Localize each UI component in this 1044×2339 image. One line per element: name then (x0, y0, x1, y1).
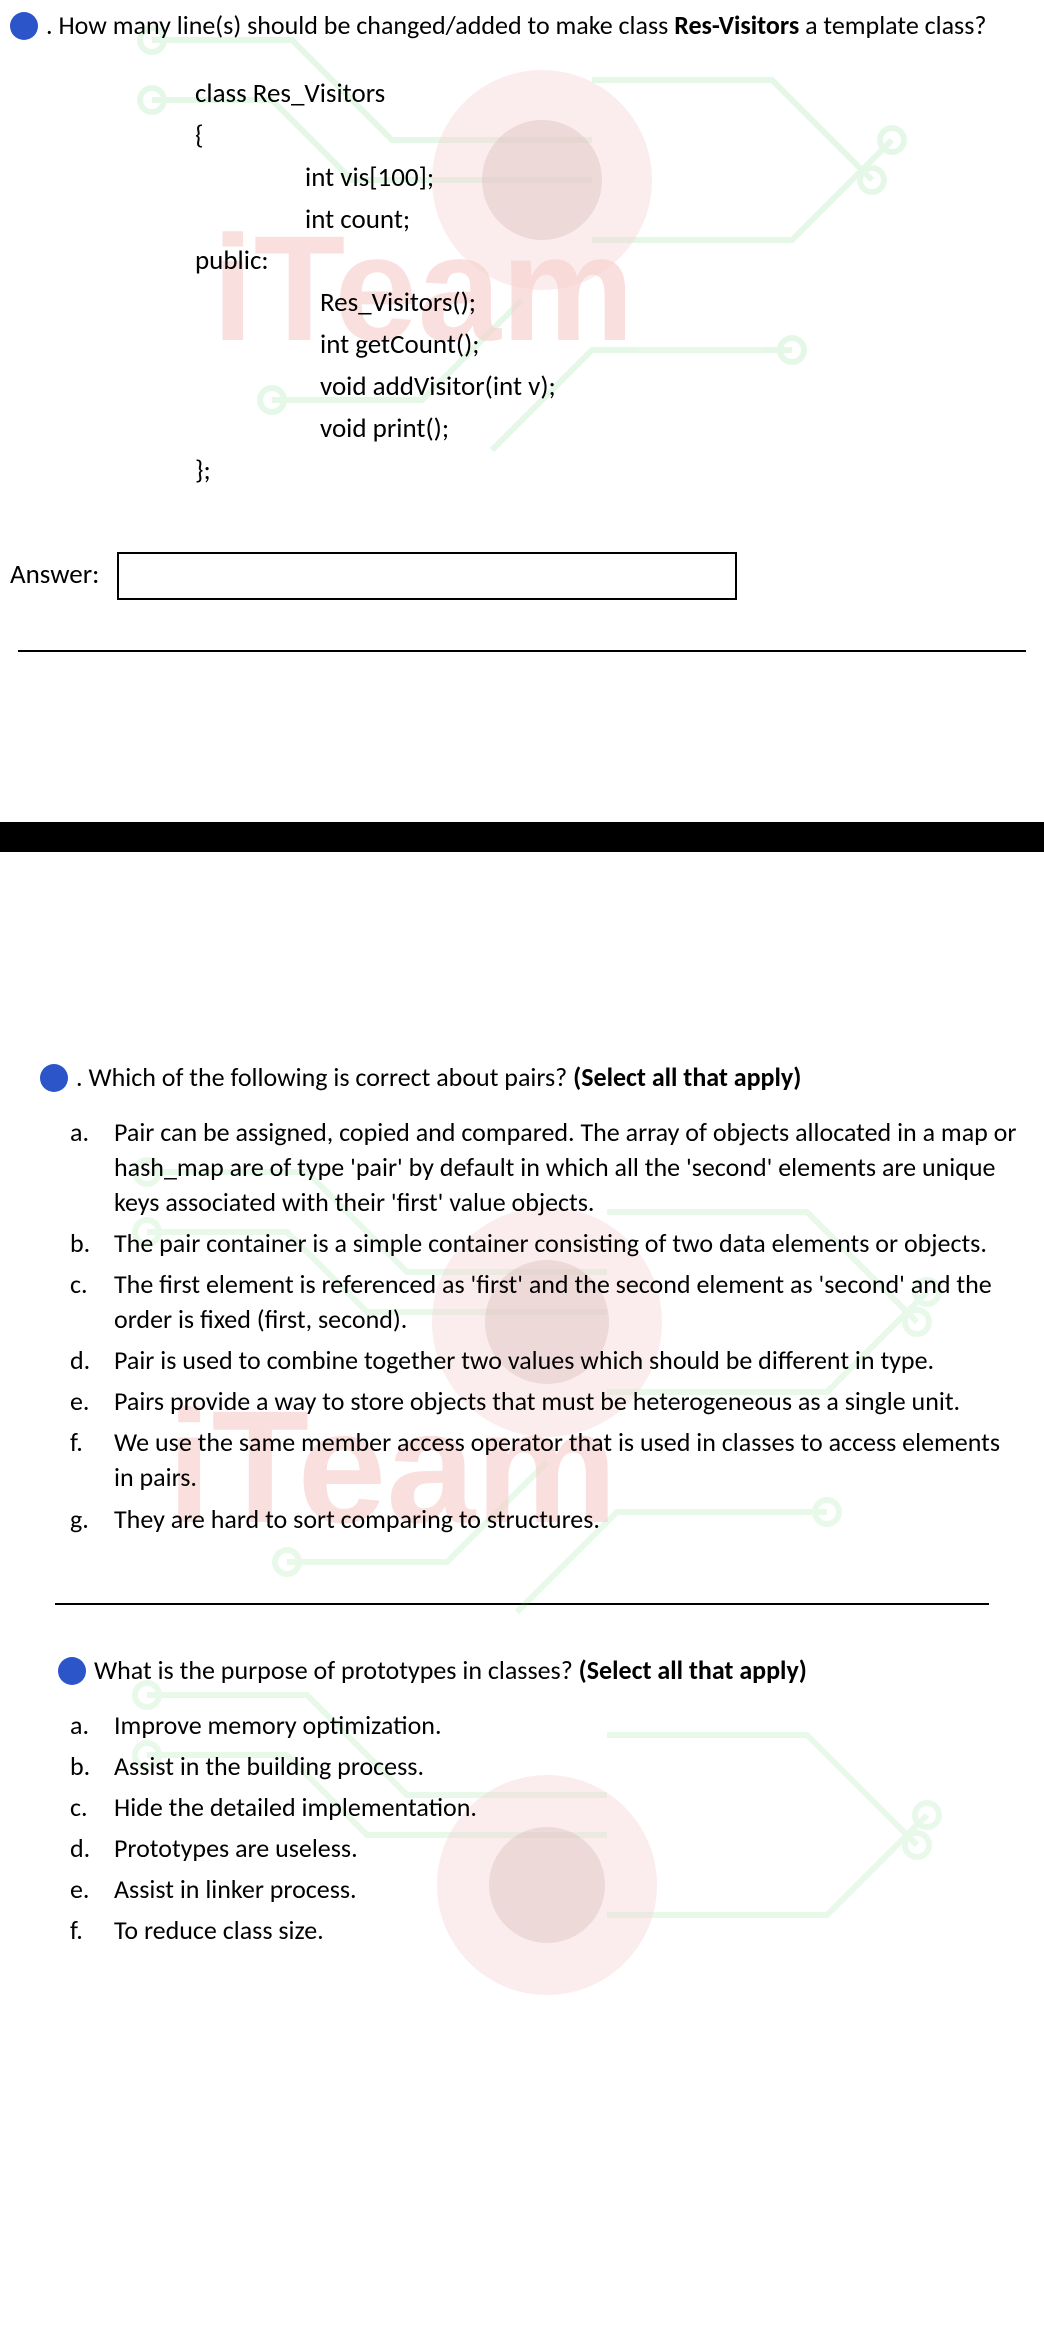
option-letter: a. (70, 1115, 102, 1150)
question-number-bullet (58, 1657, 86, 1685)
option-item[interactable]: a. Improve memory optimization. (70, 1708, 1024, 1743)
option-text: Pairs provide a way to store objects tha… (114, 1384, 1024, 1419)
question-2-text: . Which of the following is correct abou… (76, 1060, 1034, 1095)
question-2-options: a. Pair can be assigned, copied and compa… (70, 1115, 1044, 1537)
page-divider (0, 822, 1044, 852)
code-line: int count; (195, 199, 1044, 241)
option-text: Prototypes are useless. (114, 1831, 1024, 1866)
option-text: Assist in linker process. (114, 1872, 1024, 1907)
option-letter: e. (70, 1384, 102, 1419)
option-item[interactable]: a. Pair can be assigned, copied and compa… (70, 1115, 1024, 1220)
option-letter: d. (70, 1343, 102, 1378)
option-text: Pair can be assigned, copied and compare… (114, 1115, 1024, 1220)
option-text: To reduce class size. (114, 1913, 1024, 1948)
option-item[interactable]: e. Assist in linker process. (70, 1872, 1024, 1907)
code-line: void addVisitor(int v); (195, 366, 1044, 408)
q3-prefix: What is the purpose of prototypes in cla… (94, 1654, 579, 1686)
page-2: iTeam . Which of the following is correc… (0, 1052, 1044, 1995)
option-letter: g. (70, 1502, 102, 1537)
option-text: The first element is referenced as 'firs… (114, 1267, 1024, 1337)
option-item[interactable]: c. Hide the detailed implementation. (70, 1790, 1024, 1825)
code-line: class Res_Visitors (195, 73, 1044, 115)
code-line: { (195, 115, 1044, 157)
q1-suffix: a template class? (799, 9, 986, 41)
code-line: }; (195, 450, 1044, 492)
option-letter: f. (70, 1425, 102, 1460)
option-text: The pair container is a simple container… (114, 1226, 1024, 1261)
option-item[interactable]: d. Pair is used to combine together two v… (70, 1343, 1024, 1378)
option-item[interactable]: c. The first element is referenced as 'fi… (70, 1267, 1024, 1337)
option-text: Improve memory optimization. (114, 1708, 1024, 1743)
code-block: class Res_Visitors { int vis[100]; int c… (195, 73, 1044, 491)
answer-input[interactable] (117, 552, 737, 600)
option-item[interactable]: d. Prototypes are useless. (70, 1831, 1024, 1866)
option-letter: a. (70, 1708, 102, 1743)
option-item[interactable]: b. Assist in the building process. (70, 1749, 1024, 1784)
option-text: Hide the detailed implementation. (114, 1790, 1024, 1825)
option-letter: b. (70, 1749, 102, 1784)
question-3: What is the purpose of prototypes in cla… (0, 1645, 1044, 1995)
horizontal-rule (55, 1603, 989, 1605)
option-letter: e. (70, 1872, 102, 1907)
option-item[interactable]: b. The pair container is a simple contain… (70, 1226, 1024, 1261)
question-number-bullet (10, 12, 38, 40)
page-1: iTeam . How many line(s) should be chang… (0, 0, 1044, 852)
answer-label: Answer: (10, 557, 99, 593)
question-1-text: . How many line(s) should be changed/add… (46, 8, 1034, 43)
question-number-bullet (40, 1064, 68, 1092)
q3-bold: (Select all that apply) (579, 1654, 807, 1686)
q2-prefix: . Which of the following is correct abou… (76, 1061, 573, 1093)
option-text: We use the same member access operator t… (114, 1425, 1024, 1495)
option-item[interactable]: e. Pairs provide a way to store objects t… (70, 1384, 1024, 1419)
option-text: They are hard to sort comparing to struc… (114, 1502, 1024, 1537)
option-text: Assist in the building process. (114, 1749, 1024, 1784)
q1-prefix: . How many line(s) should be changed/add… (46, 9, 674, 41)
question-2: iTeam . Which of the following is correc… (0, 1052, 1044, 1583)
question-2-header: . Which of the following is correct abou… (0, 1052, 1044, 1095)
option-letter: c. (70, 1790, 102, 1825)
question-3-header: What is the purpose of prototypes in cla… (0, 1645, 1044, 1688)
option-letter: b. (70, 1226, 102, 1261)
option-text: Pair is used to combine together two val… (114, 1343, 1024, 1378)
option-item[interactable]: f. We use the same member access operator… (70, 1425, 1024, 1495)
q1-bold: Res-Visitors (674, 9, 799, 41)
option-item[interactable]: f. To reduce class size. (70, 1913, 1024, 1948)
option-letter: c. (70, 1267, 102, 1302)
code-line: Res_Visitors(); (195, 282, 1044, 324)
code-line: void print(); (195, 408, 1044, 450)
code-line: int getCount(); (195, 324, 1044, 366)
code-line: int vis[100]; (195, 157, 1044, 199)
question-1-header: . How many line(s) should be changed/add… (0, 0, 1044, 43)
question-3-options: a. Improve memory optimization. b. Assist i… (70, 1708, 1044, 1949)
answer-row: Answer: (0, 522, 1044, 640)
q2-bold: (Select all that apply) (573, 1061, 801, 1093)
option-letter: f. (70, 1913, 102, 1948)
horizontal-rule (18, 650, 1026, 652)
code-line: public: (195, 240, 1044, 282)
option-letter: d. (70, 1831, 102, 1866)
option-item[interactable]: g. They are hard to sort comparing to str… (70, 1502, 1024, 1537)
question-3-text: What is the purpose of prototypes in cla… (94, 1653, 1034, 1688)
